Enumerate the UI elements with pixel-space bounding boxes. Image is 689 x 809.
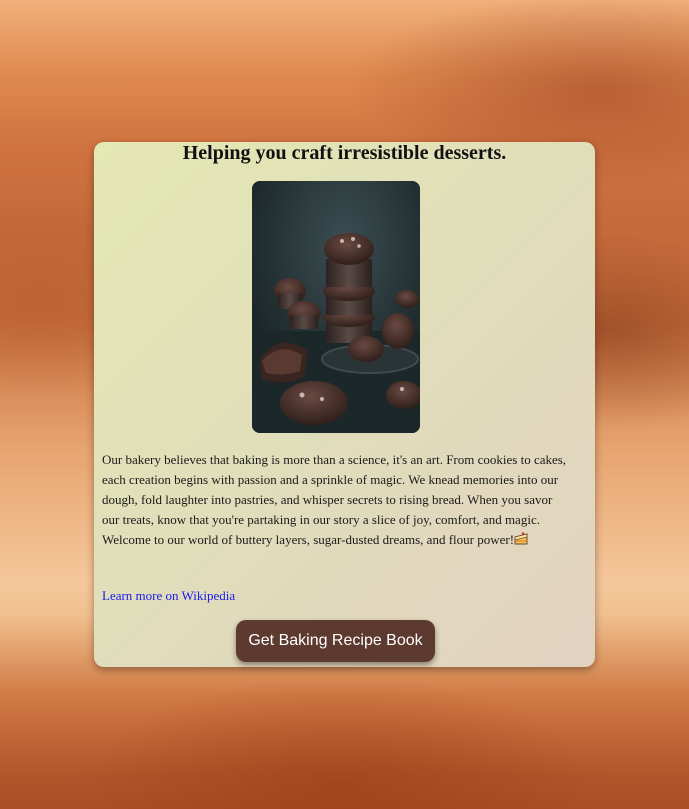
bakery-description: Our bakery believes that baking is more …: [102, 450, 572, 550]
get-recipe-book-button[interactable]: Get Baking Recipe Book: [236, 620, 435, 662]
cake-slice-icon: [514, 531, 529, 546]
page-title: Helping you craft irresistible desserts.: [182, 142, 507, 164]
muffins-photo: [252, 181, 420, 433]
content-card: Helping you craft irresistible desserts.: [94, 142, 595, 667]
wikipedia-link[interactable]: Learn more on Wikipedia: [102, 587, 235, 605]
description-text: Our bakery believes that baking is more …: [102, 452, 567, 547]
